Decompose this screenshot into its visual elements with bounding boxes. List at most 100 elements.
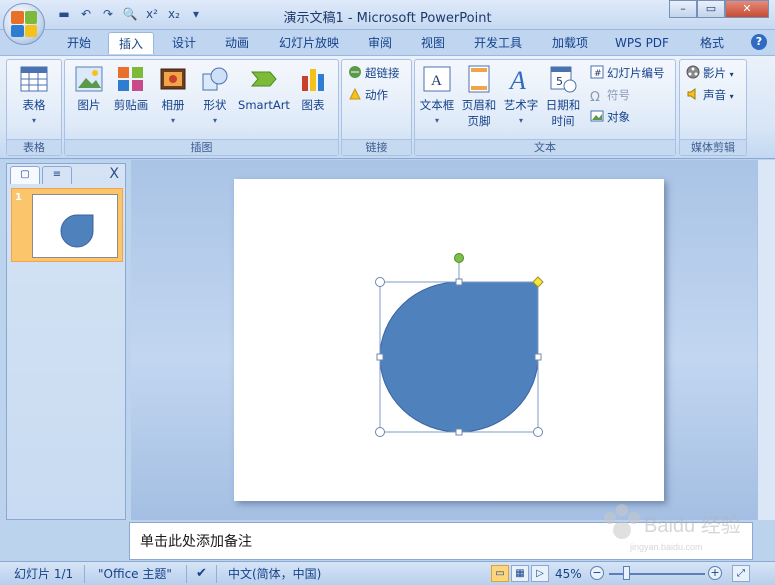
movie-button[interactable]: 影片 ▾ [686, 64, 734, 82]
symbol-label: 符号 [607, 88, 630, 102]
window-controls: – ▭ ✕ [669, 0, 769, 18]
tab-developer[interactable]: 开发工具 [466, 32, 530, 54]
tab-insert[interactable]: 插入 [108, 32, 154, 54]
close-pane-icon[interactable]: X [109, 166, 119, 182]
header-footer-icon [465, 65, 493, 93]
office-logo-icon [11, 11, 37, 37]
group-links: 超链接 动作 链接 [341, 59, 412, 156]
object-icon [590, 109, 604, 123]
slide-canvas[interactable] [234, 179, 664, 501]
ribbon-tabs: 开始 插入 设计 动画 幻灯片放映 审阅 视图 开发工具 加载项 WPS PDF… [0, 30, 775, 55]
tab-wps-pdf[interactable]: WPS PDF [608, 32, 676, 54]
tab-slides[interactable]: ▢ [10, 166, 40, 184]
action-button[interactable]: 动作 [348, 86, 388, 104]
date-time-button[interactable]: 5 日期和 时间 [543, 63, 583, 129]
tab-view[interactable]: 视图 [412, 32, 454, 54]
help-icon[interactable]: ? [751, 34, 767, 50]
tab-review[interactable]: 审阅 [360, 32, 400, 54]
spell-check-icon[interactable]: ✔ [196, 565, 207, 583]
smartart-button-label: SmartArt [238, 98, 290, 112]
slide-thumbnail[interactable] [32, 194, 118, 258]
group-label-media: 媒体剪辑 [680, 139, 746, 155]
watermark-subtext: jingyan.baidu.com [629, 542, 703, 552]
group-label-table: 表格 [7, 139, 61, 155]
resize-handle-top-left[interactable] [375, 277, 385, 287]
status-divider [216, 565, 217, 583]
zoom-out-button[interactable]: − [590, 566, 604, 580]
vertical-scrollbar[interactable] [757, 160, 775, 520]
object-button[interactable]: 对象 [590, 108, 630, 126]
sound-button[interactable]: 声音 ▾ [686, 86, 734, 104]
fit-to-window-icon[interactable]: ⤢ [732, 565, 750, 582]
hyperlink-icon [348, 65, 362, 79]
shapes-icon [201, 65, 229, 93]
group-table: 表格 ▾ 表格 [6, 59, 62, 156]
resize-handle-left[interactable] [376, 353, 384, 361]
speaker-icon [686, 87, 700, 101]
photo-album-button-label: 相册 [161, 98, 185, 112]
chart-icon [299, 65, 327, 93]
picture-button[interactable]: 图片 [69, 63, 109, 113]
office-button[interactable] [3, 3, 45, 45]
slide-number-icon: # [590, 65, 604, 79]
shapes-button[interactable]: 形状 ▾ [195, 63, 235, 129]
tab-outline[interactable]: ≡ [42, 166, 72, 184]
window-title: 演示文稿1 - Microsoft PowerPoint [283, 11, 492, 26]
normal-view-icon[interactable]: ▭ [491, 565, 509, 582]
symbol-button[interactable]: Ω 符号 [590, 86, 630, 105]
slide-sorter-view-icon[interactable]: ▦ [511, 565, 529, 582]
svg-text:5: 5 [556, 75, 563, 88]
dropdown-arrow-icon: ▾ [518, 116, 523, 125]
slide-number-label: 幻灯片编号 [607, 66, 665, 80]
table-button[interactable]: 表格 ▾ [14, 63, 54, 129]
sound-label: 声音 [703, 88, 726, 102]
movie-label: 影片 [703, 66, 726, 80]
action-label: 动作 [365, 88, 388, 102]
tab-animations[interactable]: 动画 [216, 32, 258, 54]
wordart-button[interactable]: A 艺术字 ▾ [501, 63, 541, 129]
slide-drawing [375, 253, 544, 437]
date-time-label-line1: 日期和 [545, 98, 581, 112]
photo-album-button[interactable]: 相册 ▾ [153, 63, 193, 129]
resize-handle-bottom-left[interactable] [375, 427, 385, 437]
resize-handle-top[interactable] [455, 278, 463, 286]
clip-art-button[interactable]: 剪贴画 [109, 63, 153, 113]
header-footer-button[interactable]: 页眉和 页脚 [459, 63, 499, 129]
resize-handle-right[interactable] [534, 353, 542, 361]
slide-thumbnail-selected[interactable]: 1 [11, 188, 123, 262]
chart-button[interactable]: 图表 [293, 63, 333, 113]
tab-home[interactable]: 开始 [58, 32, 100, 54]
svg-text:#: # [594, 69, 602, 79]
dropdown-arrow-icon: ▾ [212, 116, 217, 125]
rotate-handle[interactable] [454, 253, 464, 263]
maximize-button[interactable]: ▭ [697, 0, 725, 18]
resize-handle-bottom[interactable] [455, 428, 463, 436]
status-divider [186, 565, 187, 583]
smartart-button[interactable]: SmartArt [237, 63, 291, 113]
zoom-in-button[interactable]: + [708, 566, 722, 580]
title-bar: ▬ ↶ ↷ 🔍 x² x₂ ▾ 演示文稿1 - Microsoft PowerP… [0, 0, 775, 30]
minimize-button[interactable]: – [669, 0, 697, 18]
thumbnail-teardrop-shape [60, 214, 94, 248]
tab-slide-show[interactable]: 幻灯片放映 [272, 32, 346, 54]
text-box-button[interactable]: A 文本框 ▾ [417, 63, 457, 129]
tab-format[interactable]: 格式 [690, 32, 734, 54]
tab-design[interactable]: 设计 [163, 32, 205, 54]
zoom-level[interactable]: 45% [555, 565, 582, 583]
slides-pane: ▢ ≡ X 1 [6, 163, 126, 520]
teardrop-shape[interactable] [379, 281, 539, 433]
group-media: 影片 ▾ 声音 ▾ 媒体剪辑 [679, 59, 747, 156]
clip-art-icon [117, 65, 145, 93]
header-footer-label-line2: 页脚 [467, 114, 491, 128]
action-icon [348, 87, 362, 101]
baidu-watermark: Baidu 经验 jingyan.baidu.com [604, 504, 741, 552]
slide-show-view-icon[interactable]: ▷ [531, 565, 549, 582]
resize-handle-bottom-right[interactable] [533, 427, 543, 437]
close-window-button[interactable]: ✕ [725, 0, 769, 18]
zoom-slider-thumb[interactable] [623, 566, 630, 580]
hyperlink-button[interactable]: 超链接 [348, 64, 400, 82]
object-label: 对象 [607, 110, 630, 124]
tab-add-ins[interactable]: 加载项 [544, 32, 596, 54]
slide-number-button[interactable]: # 幻灯片编号 [590, 64, 665, 82]
smartart-icon [250, 65, 278, 93]
